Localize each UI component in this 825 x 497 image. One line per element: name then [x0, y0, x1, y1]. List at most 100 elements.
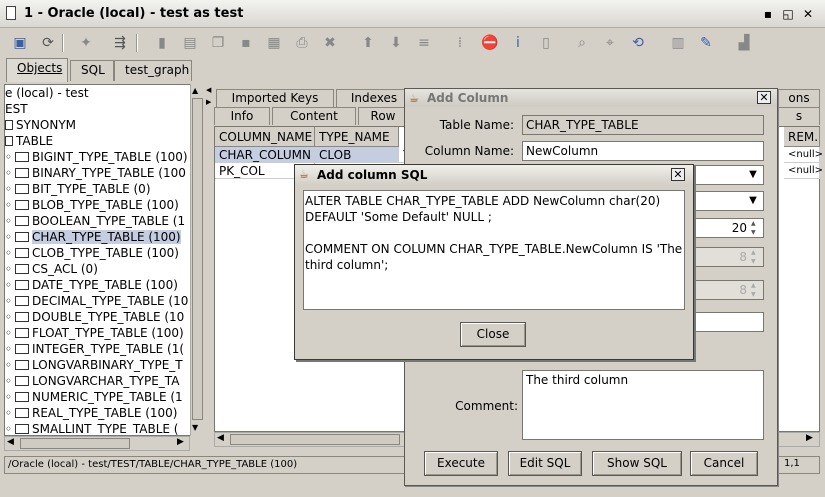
close-window-icon[interactable]: ✕	[800, 6, 816, 22]
expand-icon[interactable]: ◦	[5, 261, 15, 277]
execute-button[interactable]: Execute	[424, 451, 498, 476]
scroll-up-icon[interactable]: ▲	[192, 86, 198, 95]
minimize-icon[interactable]: ▪	[760, 6, 776, 22]
close-button[interactable]: Close	[460, 322, 526, 347]
tab-constraints[interactable]: ons	[778, 89, 820, 107]
column-icon[interactable]: ⁞	[450, 34, 470, 52]
tree-item[interactable]: ◦ DECIMAL_TYPE_TABLE (10	[5, 293, 188, 309]
edit-book-icon[interactable]: ✎	[696, 34, 716, 52]
tab-imported-keys[interactable]: Imported Keys	[216, 89, 334, 107]
grid-cell[interactable]: CLOB	[315, 147, 399, 163]
expand-icon[interactable]: ◦	[5, 293, 15, 309]
tab-indexes[interactable]: Indexes	[336, 89, 412, 107]
add-column-close-icon[interactable]: ✕	[757, 91, 771, 104]
comment-textarea[interactable]: The third column	[522, 370, 764, 440]
down-icon[interactable]: ⬇	[386, 34, 406, 52]
tab-row-count[interactable]: Row	[358, 107, 408, 125]
tree-root[interactable]: e (local) - test	[5, 85, 89, 101]
tree-item[interactable]: ◦ SMALLINT_TYPE_TABLE (	[5, 421, 178, 435]
splitter-left-icon[interactable]: ◀	[206, 86, 211, 94]
expand-icon[interactable]: ◦	[5, 181, 15, 197]
find-next-icon[interactable]: ⌖	[600, 34, 620, 52]
run-icon[interactable]: ✦	[76, 34, 96, 52]
print-icon[interactable]: ⎙	[292, 34, 312, 52]
scroll-left-icon[interactable]: ◀	[7, 437, 14, 447]
grid-header-type-name[interactable]: TYPE_NAME	[315, 127, 399, 147]
expand-icon[interactable]: ◦	[5, 309, 15, 325]
scroll-left-icon[interactable]: ◀	[217, 433, 224, 443]
list-icon[interactable]: ≡	[414, 34, 434, 52]
scroll-down-icon[interactable]: ▼	[192, 423, 198, 432]
expand-icon[interactable]: ◦	[5, 325, 15, 341]
expand-icon[interactable]: ◦	[5, 341, 15, 357]
expand-icon[interactable]: ◦	[5, 245, 15, 261]
expand-icon[interactable]: ◦	[5, 197, 15, 213]
scroll-right-icon[interactable]: ▶	[806, 433, 813, 443]
tree-item[interactable]: ◦ CS_ACL (0)	[5, 261, 98, 277]
tree-item[interactable]: ◦ NUMERIC_TYPE_TABLE (1	[5, 389, 183, 405]
chevron-down-icon[interactable]: ▼	[746, 165, 760, 185]
stop-icon[interactable]: ⛔	[480, 34, 500, 52]
spinner-arrows-icon[interactable]: ▲ ▼	[751, 219, 756, 237]
transfer-icon[interactable]: ⇶	[110, 34, 130, 52]
cancel-button[interactable]: Cancel	[690, 451, 758, 476]
sql-dialog-close-icon[interactable]: ✕	[671, 168, 685, 181]
grid-header-column-name[interactable]: COLUMN_NAME	[215, 127, 315, 147]
column-name-input[interactable]: NewColumn	[522, 141, 764, 161]
tree-item[interactable]: TABLE	[5, 133, 53, 149]
expand-icon[interactable]: ◦	[5, 373, 15, 389]
find-icon[interactable]: ⌕	[572, 34, 592, 52]
tree-schema[interactable]: EST	[5, 101, 28, 117]
info-icon[interactable]: i	[508, 34, 528, 52]
save-icon[interactable]: ▪	[236, 34, 256, 52]
show-sql-button[interactable]: Show SQL	[592, 451, 682, 476]
scroll-right-icon[interactable]: ▶	[177, 437, 184, 447]
connect-icon[interactable]: ▣	[10, 34, 30, 52]
default-value-input[interactable]	[694, 312, 764, 332]
grid-hscroll-thumb[interactable]	[230, 434, 400, 445]
refresh-icon[interactable]: ⟳	[38, 34, 58, 52]
tree-scroll-thumb[interactable]	[192, 98, 203, 420]
expand-icon[interactable]: ◦	[5, 389, 15, 405]
object-tree[interactable]: e (local) - test EST SYNONYM TABLE ◦ BIGI…	[4, 84, 192, 436]
chevron-down-icon[interactable]: ▼	[746, 191, 760, 211]
grid-cell[interactable]: <null>	[784, 147, 823, 163]
tree-item-selected[interactable]: ◦ CHAR_TYPE_TABLE (100)	[5, 229, 181, 245]
tree-item[interactable]: ◦ BINARY_TYPE_TABLE (100	[5, 165, 186, 181]
expand-icon[interactable]: ◦	[5, 149, 15, 165]
grid-header-remarks[interactable]: REM.	[784, 127, 820, 147]
grid-cell[interactable]: <null>	[784, 163, 823, 179]
tab-content[interactable]: Content	[272, 107, 356, 125]
tab-columns[interactable]: s	[778, 107, 820, 125]
plugin-icon[interactable]: ▟	[734, 34, 754, 52]
tree-item[interactable]: SYNONYM	[5, 117, 76, 133]
tree-item[interactable]: ◦ BIGINT_TYPE_TABLE (100)	[5, 149, 188, 165]
copy-icon[interactable]: ❐	[208, 34, 228, 52]
tree-item[interactable]: ◦ DOUBLE_TYPE_TABLE (10	[5, 309, 184, 325]
tab-sql[interactable]: SQL	[70, 60, 114, 81]
new-icon[interactable]: ▮	[152, 34, 172, 52]
expand-icon[interactable]: ◦	[5, 357, 15, 373]
expand-icon[interactable]: ◦	[5, 277, 15, 293]
expand-icon[interactable]: ◦	[5, 405, 15, 421]
edit-sql-button[interactable]: Edit SQL	[508, 451, 582, 476]
expand-icon[interactable]: ◦	[5, 213, 15, 229]
tree-item[interactable]: ◦ BIT_TYPE_TABLE (0)	[5, 181, 151, 197]
sql-text-area[interactable]: ALTER TABLE CHAR_TYPE_TABLE ADD NewColum…	[303, 190, 685, 310]
tree-item[interactable]: ◦ LONGVARBINARY_TYPE_T	[5, 357, 183, 373]
expand-icon[interactable]: ◦	[5, 421, 15, 435]
open-icon[interactable]: ▤	[180, 34, 200, 52]
tree-item[interactable]: ◦ INTEGER_TYPE_TABLE (1(	[5, 341, 184, 357]
up-icon[interactable]: ⬆	[358, 34, 378, 52]
tree-item[interactable]: ◦ BLOB_TYPE_TABLE (100)	[5, 197, 179, 213]
tree-item[interactable]: ◦ DATE_TYPE_TABLE (100)	[5, 277, 178, 293]
expand-icon[interactable]: ◦	[5, 165, 15, 181]
books-icon[interactable]: ▥	[668, 34, 688, 52]
tree-item[interactable]: ◦ FLOAT_TYPE_TABLE (100)	[5, 325, 184, 341]
expand-icon[interactable]: ◦	[5, 229, 15, 245]
maximize-icon[interactable]: ◱	[780, 6, 796, 22]
tab-objects[interactable]: Objects	[6, 58, 68, 82]
tree-item[interactable]: ◦ BOOLEAN_TYPE_TABLE (1	[5, 213, 185, 229]
grid-cell[interactable]: CHAR_COLUMN	[215, 147, 315, 163]
tree-hscroll-thumb[interactable]	[20, 438, 130, 449]
